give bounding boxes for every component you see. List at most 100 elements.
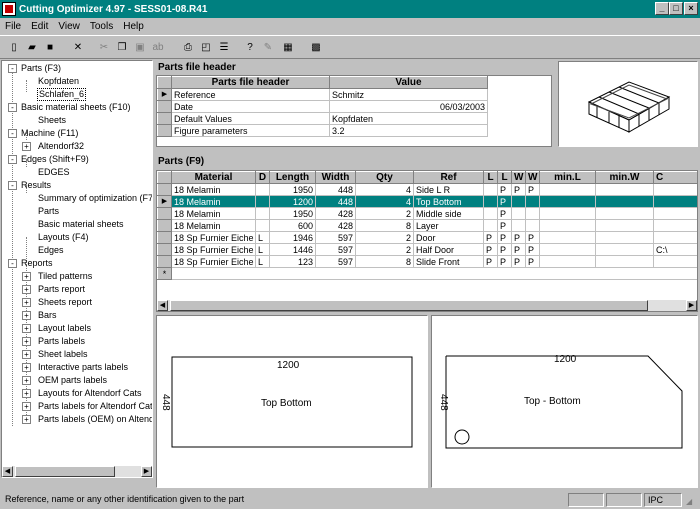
parts-cell[interactable]: 1950 xyxy=(269,183,316,196)
header-value[interactable]: Schmitz xyxy=(329,88,488,101)
parts-cell[interactable] xyxy=(653,219,697,232)
parts-cell[interactable]: P xyxy=(497,195,512,208)
tree-item-oem-altendorf[interactable]: Parts labels (OEM) on Altendorf xyxy=(38,414,152,425)
parts-cell[interactable]: 1200 xyxy=(269,195,316,208)
col-material[interactable]: Material xyxy=(171,171,256,184)
tree-item-reports[interactable]: Reports xyxy=(21,258,53,269)
tree-expand-icon[interactable]: + xyxy=(22,272,31,281)
parts-cell[interactable]: P xyxy=(497,255,512,268)
parts-cell[interactable]: 18 Melamin xyxy=(171,207,256,220)
paste-icon[interactable]: ▣ xyxy=(132,39,148,55)
parts-cell[interactable]: P xyxy=(511,255,526,268)
parts-cell[interactable]: Side L R xyxy=(413,183,484,196)
parts-cell[interactable] xyxy=(539,231,596,244)
parts-cell[interactable]: 8 xyxy=(355,219,414,232)
parts-cell[interactable]: P xyxy=(497,219,512,232)
header-col-name[interactable]: Parts file header xyxy=(171,76,330,89)
parts-cell[interactable]: 428 xyxy=(315,219,356,232)
table-row[interactable]: Figure parameters 3.2 xyxy=(157,124,488,137)
table-row[interactable]: 18 Sp Furnier Eiche L 1446 597 2 Half Door P P P… xyxy=(157,243,697,256)
print-preview-icon[interactable]: ◰ xyxy=(198,39,214,55)
parts-cell[interactable]: 2 xyxy=(355,231,414,244)
parts-cell[interactable] xyxy=(539,207,596,220)
parts-cell[interactable] xyxy=(511,207,526,220)
table-row[interactable]: Date 06/03/2003 xyxy=(157,100,488,113)
tree-item-kopfdaten[interactable]: Kopfdaten xyxy=(38,76,79,87)
parts-cell[interactable]: P xyxy=(525,255,540,268)
table-row[interactable]: 18 Melamin 1950 428 2 Middle side P xyxy=(157,207,697,220)
parts-cell[interactable] xyxy=(255,195,270,208)
parts-cell[interactable] xyxy=(483,219,498,232)
tree-collapse-icon[interactable]: - xyxy=(8,103,17,112)
parts-cell[interactable] xyxy=(525,219,540,232)
parts-cell[interactable]: 18 Sp Furnier Eiche xyxy=(171,231,256,244)
tree-item-bars[interactable]: Bars xyxy=(38,310,57,321)
tree-expand-icon[interactable]: + xyxy=(22,389,31,398)
parts-cell[interactable] xyxy=(595,231,654,244)
tree-item-schlafen[interactable]: Schlafen_6 xyxy=(36,88,87,101)
tree-expand-icon[interactable]: + xyxy=(22,363,31,372)
parts-cell[interactable] xyxy=(595,255,654,268)
menu-help[interactable]: Help xyxy=(118,21,149,32)
minimize-button[interactable]: _ xyxy=(655,2,669,15)
copy-icon[interactable]: ❐ xyxy=(114,39,130,55)
table-row[interactable]: 18 Melamin 1950 448 4 Side L R PPP xyxy=(157,183,697,196)
header-grid[interactable]: Parts file header Value ▶ Reference Schm… xyxy=(156,75,552,147)
table-row[interactable]: 18 Sp Furnier Eiche L 1946 597 2 Door P P P P xyxy=(157,231,697,244)
parts-cell[interactable]: P xyxy=(511,231,526,244)
table-row[interactable]: 18 Sp Furnier Eiche L 123 597 8 Slide Front P P… xyxy=(157,255,697,268)
help-icon[interactable]: ? xyxy=(242,39,258,55)
parts-cell[interactable]: P xyxy=(497,243,512,256)
parts-cell[interactable] xyxy=(483,183,498,196)
col-l2[interactable]: L xyxy=(497,171,512,184)
parts-cell[interactable]: 18 Melamin xyxy=(171,183,256,196)
tree-collapse-icon[interactable]: - xyxy=(8,155,17,164)
tree-item-interactive-labels[interactable]: Interactive parts labels xyxy=(38,362,128,373)
tree-item-sheets-report[interactable]: Sheets report xyxy=(38,297,92,308)
parts-cell[interactable]: 18 Sp Furnier Eiche xyxy=(171,243,256,256)
resize-grip-icon[interactable]: ◢ xyxy=(686,497,692,506)
print-icon[interactable]: ⎙ xyxy=(180,39,196,55)
parts-cell[interactable] xyxy=(595,195,654,208)
tree-item-sheets[interactable]: Sheets xyxy=(38,115,66,126)
parts-cell[interactable]: 600 xyxy=(269,219,316,232)
tree-expand-icon[interactable]: + xyxy=(22,298,31,307)
tree-expand-icon[interactable]: + xyxy=(22,402,31,411)
tree-item-basic-sheets[interactable]: Basic material sheets (F10) xyxy=(21,102,131,113)
parts-cell[interactable] xyxy=(255,219,270,232)
rename-icon[interactable]: ab xyxy=(150,39,166,55)
parts-cell[interactable]: Top Bottom xyxy=(413,195,484,208)
parts-cell[interactable] xyxy=(255,183,270,196)
parts-cell[interactable] xyxy=(653,183,697,196)
parts-cell[interactable]: P xyxy=(483,243,498,256)
parts-cell[interactable] xyxy=(653,231,697,244)
tree-item-parts[interactable]: Parts (F3) xyxy=(21,63,61,74)
col-qty[interactable]: Qty xyxy=(355,171,414,184)
header-col-value[interactable]: Value xyxy=(329,76,488,89)
new-row[interactable] xyxy=(171,267,697,280)
parts-cell[interactable]: Layer xyxy=(413,219,484,232)
parts-cell[interactable] xyxy=(595,243,654,256)
parts-cell[interactable]: 1946 xyxy=(269,231,316,244)
parts-cell[interactable]: P xyxy=(497,183,512,196)
parts-cell[interactable]: 18 Sp Furnier Eiche xyxy=(171,255,256,268)
save-icon[interactable]: ■ xyxy=(42,39,58,55)
tree-expand-icon[interactable]: + xyxy=(22,285,31,294)
parts-cell[interactable]: P xyxy=(483,231,498,244)
navigation-tree[interactable]: - Parts (F3) Kopfdaten Schlafen_6 - Basi… xyxy=(1,60,153,478)
tree-item-sheet-labels[interactable]: Sheet labels xyxy=(38,349,88,360)
parts-cell[interactable] xyxy=(255,207,270,220)
col-d[interactable]: D xyxy=(255,171,270,184)
parts-horizontal-scrollbar[interactable]: ◀ ▶ xyxy=(157,300,697,311)
menu-edit[interactable]: Edit xyxy=(26,21,53,32)
tree-item-summary[interactable]: Summary of optimization (F7) xyxy=(38,193,152,204)
parts-cell[interactable]: 448 xyxy=(315,183,356,196)
database-icon[interactable]: ☰ xyxy=(216,39,232,55)
scroll-thumb[interactable] xyxy=(170,300,648,311)
optimize-icon[interactable]: ▩ xyxy=(308,39,324,55)
parts-cell[interactable] xyxy=(511,195,526,208)
tree-item-parts-labels[interactable]: Parts labels xyxy=(38,336,85,347)
tree-collapse-icon[interactable]: - xyxy=(8,259,17,268)
table-row[interactable]: ▶ 18 Melamin 1200 448 4 Top Bottom P xyxy=(157,195,697,208)
header-value[interactable]: 06/03/2003 xyxy=(329,100,488,113)
